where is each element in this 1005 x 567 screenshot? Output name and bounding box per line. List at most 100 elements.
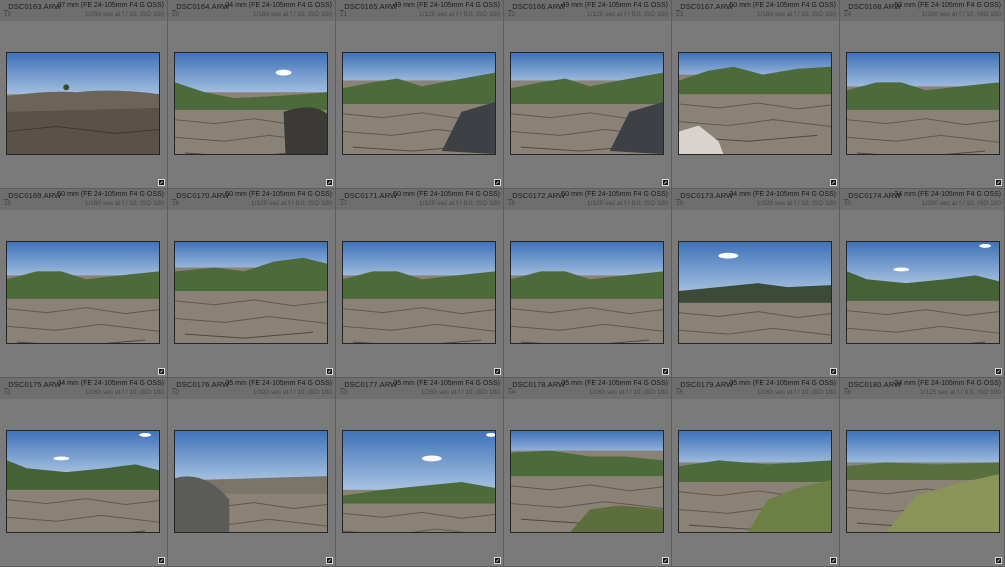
photo-thumbnail[interactable]	[342, 241, 496, 344]
photo-thumbnail[interactable]	[678, 430, 832, 533]
edit-badge-icon[interactable]	[326, 179, 333, 186]
photo-image	[511, 431, 663, 532]
file-name: _DSC0180.ARW	[844, 380, 902, 389]
edit-badge-icon[interactable]	[830, 557, 837, 564]
photo-thumbnail[interactable]	[846, 241, 1000, 344]
thumbnail-cell[interactable]: _DSC0178.ARW 35 mm (FE 24-105mm F4 G OSS…	[504, 378, 672, 567]
photo-thumbnail[interactable]	[678, 52, 832, 155]
edit-badge-icon[interactable]	[995, 368, 1002, 375]
file-name: _DSC0163.ARW	[4, 2, 62, 11]
photo-thumbnail[interactable]	[510, 241, 664, 344]
photo-index: 20	[172, 11, 180, 18]
cell-header: _DSC0174.ARW 34 mm (FE 24-105mm F4 G OSS…	[840, 189, 1004, 210]
file-name: _DSC0172.ARW	[508, 191, 566, 200]
photo-thumbnail[interactable]	[174, 430, 328, 533]
edit-badge-icon[interactable]	[158, 557, 165, 564]
exposure-info: 1/250 sec at f / 10, ISO 100	[84, 11, 164, 18]
photo-thumbnail[interactable]	[846, 52, 1000, 155]
file-name: _DSC0169.ARW	[4, 191, 62, 200]
photo-thumbnail[interactable]	[6, 52, 160, 155]
photo-image	[847, 431, 999, 532]
cell-header: _DSC0175.ARW 34 mm (FE 24-105mm F4 G OSS…	[0, 378, 167, 399]
photo-image	[7, 53, 159, 154]
exposure-info: 1/320 sec at f / 10, ISO 100	[252, 389, 332, 396]
thumbnail-cell[interactable]: _DSC0172.ARW 50 mm (FE 24-105mm F4 G OSS…	[504, 189, 672, 378]
thumbnail-cell[interactable]: _DSC0166.ARW 49 mm (FE 24-105mm F4 G OSS…	[504, 0, 672, 189]
thumbnail-cell[interactable]: _DSC0170.ARW 50 mm (FE 24-105mm F4 G OSS…	[168, 189, 336, 378]
photo-thumbnail[interactable]	[510, 52, 664, 155]
photo-thumbnail[interactable]	[846, 430, 1000, 533]
edit-badge-icon[interactable]	[830, 368, 837, 375]
cell-header: _DSC0164.ARW 24 mm (FE 24-105mm F4 G OSS…	[168, 0, 335, 21]
edit-badge-icon[interactable]	[494, 368, 501, 375]
file-name: _DSC0173.ARW	[676, 191, 734, 200]
photo-index: 24	[844, 11, 852, 18]
lens-info: 27 mm (FE 24-105mm F4 G OSS)	[57, 2, 164, 9]
thumbnail-cell[interactable]: _DSC0163.ARW 27 mm (FE 24-105mm F4 G OSS…	[0, 0, 168, 189]
file-name: _DSC0166.ARW	[508, 2, 566, 11]
edit-badge-icon[interactable]	[494, 557, 501, 564]
file-name: _DSC0167.ARW	[676, 2, 734, 11]
file-name: _DSC0177.ARW	[340, 380, 398, 389]
edit-badge-icon[interactable]	[662, 557, 669, 564]
thumbnail-cell[interactable]: _DSC0169.ARW 50 mm (FE 24-105mm F4 G OSS…	[0, 189, 168, 378]
edit-badge-icon[interactable]	[158, 179, 165, 186]
cell-header: _DSC0168.ARW 50 mm (FE 24-105mm F4 G OSS…	[840, 0, 1004, 21]
edit-badge-icon[interactable]	[494, 179, 501, 186]
photo-thumbnail[interactable]	[510, 430, 664, 533]
lens-info: 50 mm (FE 24-105mm F4 G OSS)	[393, 191, 500, 198]
cell-header: _DSC0180.ARW 24 mm (FE 24-105mm F4 G OSS…	[840, 378, 1004, 399]
cell-header: _DSC0176.ARW 35 mm (FE 24-105mm F4 G OSS…	[168, 378, 335, 399]
photo-thumbnail[interactable]	[174, 52, 328, 155]
thumbnail-cell[interactable]: _DSC0174.ARW 34 mm (FE 24-105mm F4 G OSS…	[840, 189, 1005, 378]
thumbnail-cell[interactable]: _DSC0176.ARW 35 mm (FE 24-105mm F4 G OSS…	[168, 378, 336, 567]
exposure-info: 1/160 sec at f / 10, ISO 100	[84, 389, 164, 396]
exposure-info: 1/160 sec at f / 10, ISO 100	[84, 200, 164, 207]
photo-index: 22	[508, 11, 516, 18]
edit-badge-icon[interactable]	[995, 557, 1002, 564]
thumbnail-cell[interactable]: _DSC0177.ARW 35 mm (FE 24-105mm F4 G OSS…	[336, 378, 504, 567]
edit-badge-icon[interactable]	[830, 179, 837, 186]
edit-badge-icon[interactable]	[158, 368, 165, 375]
thumbnail-cell[interactable]: _DSC0173.ARW 34 mm (FE 24-105mm F4 G OSS…	[672, 189, 840, 378]
photo-index: 35	[676, 389, 684, 396]
cell-header: _DSC0173.ARW 34 mm (FE 24-105mm F4 G OSS…	[672, 189, 839, 210]
file-name: _DSC0171.ARW	[340, 191, 398, 200]
exposure-info: 1/160 sec at f / 10, ISO 100	[588, 389, 668, 396]
edit-badge-icon[interactable]	[662, 368, 669, 375]
cell-header: _DSC0167.ARW 50 mm (FE 24-105mm F4 G OSS…	[672, 0, 839, 21]
cell-header: _DSC0166.ARW 49 mm (FE 24-105mm F4 G OSS…	[504, 0, 671, 21]
photo-index: 21	[340, 11, 348, 18]
edit-badge-icon[interactable]	[326, 368, 333, 375]
photo-index: 19	[4, 11, 12, 18]
photo-thumbnail[interactable]	[6, 430, 160, 533]
photo-thumbnail[interactable]	[342, 430, 496, 533]
file-name: _DSC0164.ARW	[172, 2, 230, 11]
file-name: _DSC0165.ARW	[340, 2, 398, 11]
thumbnail-cell[interactable]: _DSC0180.ARW 24 mm (FE 24-105mm F4 G OSS…	[840, 378, 1005, 567]
photo-thumbnail[interactable]	[678, 241, 832, 344]
thumbnail-cell[interactable]: _DSC0164.ARW 24 mm (FE 24-105mm F4 G OSS…	[168, 0, 336, 189]
thumbnail-cell[interactable]: _DSC0179.ARW 35 mm (FE 24-105mm F4 G OSS…	[672, 378, 840, 567]
file-name: _DSC0168.ARW	[844, 2, 902, 11]
photo-thumbnail[interactable]	[6, 241, 160, 344]
edit-badge-icon[interactable]	[662, 179, 669, 186]
photo-thumbnail[interactable]	[174, 241, 328, 344]
edit-badge-icon[interactable]	[326, 557, 333, 564]
photo-index: 31	[4, 389, 12, 396]
lens-info: 49 mm (FE 24-105mm F4 G OSS)	[561, 2, 668, 9]
thumbnail-cell[interactable]: _DSC0167.ARW 50 mm (FE 24-105mm F4 G OSS…	[672, 0, 840, 189]
edit-badge-icon[interactable]	[995, 179, 1002, 186]
thumbnail-cell[interactable]: _DSC0171.ARW 50 mm (FE 24-105mm F4 G OSS…	[336, 189, 504, 378]
photo-image	[511, 53, 663, 154]
photo-thumbnail[interactable]	[342, 52, 496, 155]
cell-header: _DSC0179.ARW 35 mm (FE 24-105mm F4 G OSS…	[672, 378, 839, 399]
file-name: _DSC0170.ARW	[172, 191, 230, 200]
thumbnail-cell[interactable]: _DSC0175.ARW 34 mm (FE 24-105mm F4 G OSS…	[0, 378, 168, 567]
thumbnail-cell[interactable]: _DSC0168.ARW 50 mm (FE 24-105mm F4 G OSS…	[840, 0, 1005, 189]
photo-image	[343, 431, 495, 532]
exposure-info: 1/320 sec at f / 10, ISO 100	[756, 200, 836, 207]
thumbnail-cell[interactable]: _DSC0165.ARW 49 mm (FE 24-105mm F4 G OSS…	[336, 0, 504, 189]
lens-info: 50 mm (FE 24-105mm F4 G OSS)	[729, 2, 836, 9]
filmstrip-grid: _DSC0163.ARW 27 mm (FE 24-105mm F4 G OSS…	[0, 0, 1005, 567]
